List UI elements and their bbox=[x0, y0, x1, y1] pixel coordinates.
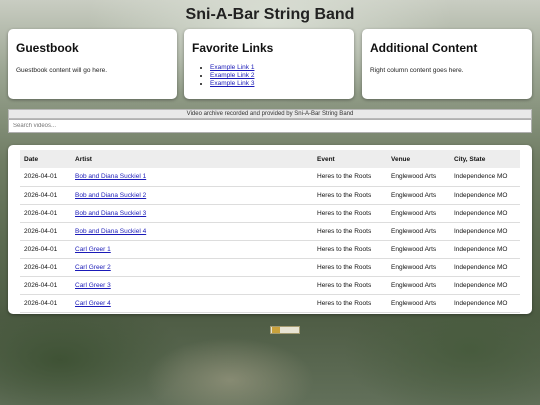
cell-artist: Bob and Diana Suckiel 2 bbox=[71, 186, 313, 205]
table-row: 2026-04-01 Carl Greer 2 Heres to the Roo… bbox=[20, 258, 520, 277]
table-row: 2026-04-01 Bob and Diana Suckiel 2 Heres… bbox=[20, 186, 520, 205]
cell-venue: Englewood Arts bbox=[387, 294, 450, 313]
column-header-venue[interactable]: Venue bbox=[387, 150, 450, 168]
cell-event: Heres to the Roots bbox=[313, 204, 387, 223]
table-row: 2026-04-01 Carl Greer 4 Heres to the Roo… bbox=[20, 294, 520, 313]
cell-date: 2026-04-01 bbox=[20, 258, 71, 277]
cell-date: 2026-04-01 bbox=[20, 240, 71, 259]
video-table-card: Date Artist Event Venue City, State 2026… bbox=[8, 145, 532, 314]
video-table: Date Artist Event Venue City, State 2026… bbox=[20, 150, 520, 313]
additional-content-heading: Additional Content bbox=[370, 41, 478, 55]
cell-artist: Carl Greer 2 bbox=[71, 258, 313, 277]
favorite-links-list: Example Link 1 Example Link 2 Example Li… bbox=[192, 64, 346, 88]
cell-event: Heres to the Roots bbox=[313, 240, 387, 259]
table-row: 2026-04-01 Bob and Diana Suckiel 3 Heres… bbox=[20, 204, 520, 223]
additional-content-card: Additional Content Right column content … bbox=[362, 29, 532, 99]
cell-city-state: Independence MO bbox=[450, 258, 520, 277]
cell-city-state: Independence MO bbox=[450, 204, 520, 223]
cell-artist: Carl Greer 3 bbox=[71, 276, 313, 295]
hit-counter-badge-icon[interactable] bbox=[270, 326, 300, 334]
cell-date: 2026-04-01 bbox=[20, 276, 71, 295]
cell-city-state: Independence MO bbox=[450, 186, 520, 205]
table-row: 2026-04-01 Bob and Diana Suckiel 1 Heres… bbox=[20, 168, 520, 187]
artist-video-link[interactable]: Bob and Diana Suckiel 3 bbox=[75, 210, 146, 217]
cell-event: Heres to the Roots bbox=[313, 222, 387, 241]
cell-artist: Carl Greer 1 bbox=[71, 240, 313, 259]
cell-venue: Englewood Arts bbox=[387, 204, 450, 223]
guestbook-text: Guestbook content will go here. bbox=[16, 67, 108, 74]
favorite-links-card: Favorite Links Example Link 1 Example Li… bbox=[184, 29, 354, 99]
guestbook-card: Guestbook Guestbook content will go here… bbox=[8, 29, 177, 99]
favorite-link-2[interactable]: Example Link 2 bbox=[210, 72, 254, 79]
cell-event: Heres to the Roots bbox=[313, 294, 387, 313]
favorite-links-heading: Favorite Links bbox=[192, 41, 274, 55]
cell-date: 2026-04-01 bbox=[20, 222, 71, 241]
cell-venue: Englewood Arts bbox=[387, 186, 450, 205]
column-header-city-state[interactable]: City, State bbox=[450, 150, 520, 168]
search-input[interactable] bbox=[8, 119, 532, 133]
artist-video-link[interactable]: Carl Greer 2 bbox=[75, 264, 111, 271]
cell-city-state: Independence MO bbox=[450, 276, 520, 295]
badge-emblem-icon bbox=[272, 327, 280, 333]
cell-date: 2026-04-01 bbox=[20, 186, 71, 205]
cell-venue: Englewood Arts bbox=[387, 222, 450, 241]
column-header-event[interactable]: Event bbox=[313, 150, 387, 168]
cell-artist: Carl Greer 4 bbox=[71, 294, 313, 313]
cell-event: Heres to the Roots bbox=[313, 168, 387, 187]
cell-venue: Englewood Arts bbox=[387, 168, 450, 187]
additional-content-text: Right column content goes here. bbox=[370, 67, 464, 74]
table-row: 2026-04-01 Carl Greer 1 Heres to the Roo… bbox=[20, 240, 520, 259]
column-header-artist[interactable]: Artist bbox=[71, 150, 313, 168]
artist-video-link[interactable]: Carl Greer 3 bbox=[75, 282, 111, 289]
cell-date: 2026-04-01 bbox=[20, 294, 71, 313]
table-header-row: Date Artist Event Venue City, State bbox=[20, 150, 520, 168]
guestbook-heading: Guestbook bbox=[16, 41, 79, 55]
cell-venue: Englewood Arts bbox=[387, 240, 450, 259]
cell-venue: Englewood Arts bbox=[387, 258, 450, 277]
cell-date: 2026-04-01 bbox=[20, 204, 71, 223]
artist-video-link[interactable]: Bob and Diana Suckiel 2 bbox=[75, 192, 146, 199]
cell-artist: Bob and Diana Suckiel 4 bbox=[71, 222, 313, 241]
cell-venue: Englewood Arts bbox=[387, 276, 450, 295]
archive-caption: Video archive recorded and provided by S… bbox=[8, 109, 532, 119]
column-header-date[interactable]: Date bbox=[20, 150, 71, 168]
favorite-link-item: Example Link 2 bbox=[210, 72, 346, 80]
artist-video-link[interactable]: Carl Greer 4 bbox=[75, 300, 111, 307]
table-row: 2026-04-01 Bob and Diana Suckiel 4 Heres… bbox=[20, 222, 520, 241]
cell-city-state: Independence MO bbox=[450, 294, 520, 313]
cell-artist: Bob and Diana Suckiel 1 bbox=[71, 168, 313, 187]
cell-event: Heres to the Roots bbox=[313, 276, 387, 295]
favorite-link-item: Example Link 1 bbox=[210, 64, 346, 72]
cell-event: Heres to the Roots bbox=[313, 186, 387, 205]
table-row: 2026-04-01 Carl Greer 3 Heres to the Roo… bbox=[20, 276, 520, 295]
cell-event: Heres to the Roots bbox=[313, 258, 387, 277]
favorite-link-3[interactable]: Example Link 3 bbox=[210, 80, 254, 87]
cell-date: 2026-04-01 bbox=[20, 168, 71, 187]
cell-city-state: Independence MO bbox=[450, 240, 520, 259]
page-title: Sni-A-Bar String Band bbox=[185, 6, 355, 23]
cell-city-state: Independence MO bbox=[450, 168, 520, 187]
favorite-link-item: Example Link 3 bbox=[210, 80, 346, 88]
cell-artist: Bob and Diana Suckiel 3 bbox=[71, 204, 313, 223]
artist-video-link[interactable]: Bob and Diana Suckiel 1 bbox=[75, 173, 146, 180]
artist-video-link[interactable]: Bob and Diana Suckiel 4 bbox=[75, 228, 146, 235]
cell-city-state: Independence MO bbox=[450, 222, 520, 241]
favorite-link-1[interactable]: Example Link 1 bbox=[210, 64, 254, 71]
artist-video-link[interactable]: Carl Greer 1 bbox=[75, 246, 111, 253]
